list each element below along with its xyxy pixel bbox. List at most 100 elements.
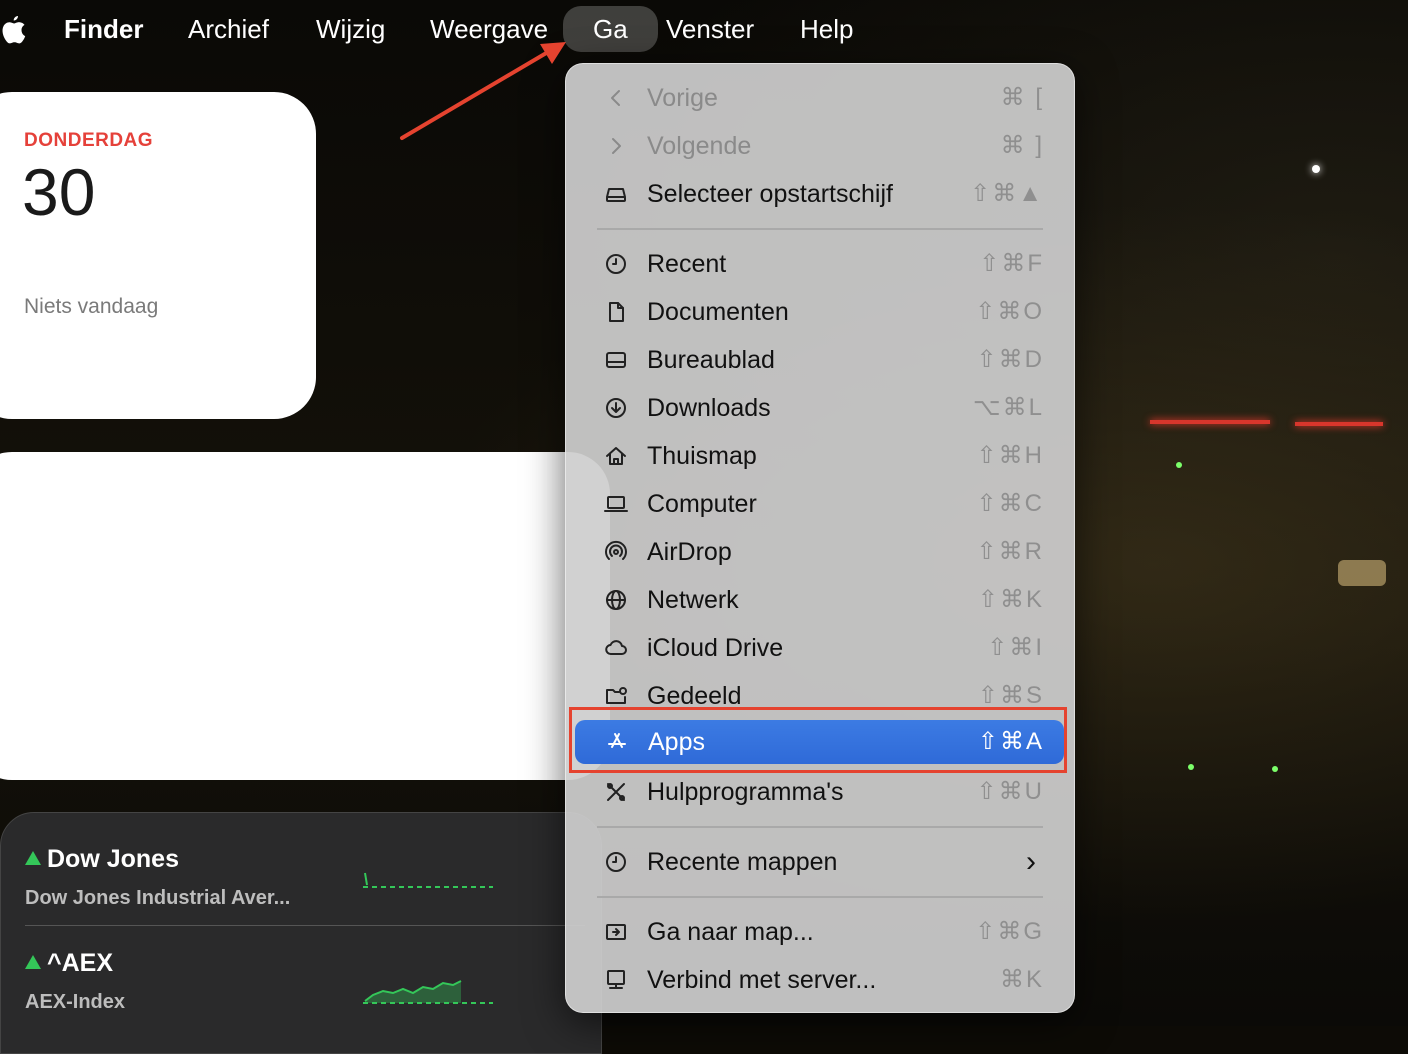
apple-logo-icon[interactable] <box>0 14 26 44</box>
menu-help[interactable]: Help <box>800 12 853 46</box>
home-icon <box>606 447 626 465</box>
menu-wijzig[interactable]: Wijzig <box>316 12 385 46</box>
menu-item-shortcut: ⌥⌘L <box>972 394 1044 421</box>
go-menu: Vorige ⌘ [ Volgende ⌘ ] Selecteer opstar… <box>565 63 1075 1013</box>
menu-separator <box>597 826 1043 828</box>
menu-item-label: Documenten <box>647 298 789 326</box>
submenu-chevron-icon: › <box>1026 845 1038 878</box>
wallpaper-light <box>1176 462 1182 468</box>
menu-item-label: Hulpprogramma's <box>647 778 844 806</box>
menu-item-bureaublad[interactable]: Bureaublad ⇧⌘D <box>574 338 1064 382</box>
globe-icon <box>606 590 626 610</box>
desktop-icon <box>606 352 626 368</box>
menu-item-label: Recent <box>647 250 727 278</box>
menu-item-shortcut: ⇧⌘O <box>975 298 1044 325</box>
menu-item-verbind-met-server[interactable]: Verbind met server... ⌘K <box>574 958 1064 1002</box>
calendar-empty-text: Niets vandaag <box>24 295 159 318</box>
drive-icon <box>606 188 626 202</box>
stock-name: Dow Jones Industrial Aver... <box>25 887 291 909</box>
menu-item-label: Vorige <box>647 84 718 112</box>
menu-item-volgende[interactable]: Volgende ⌘ ] <box>574 124 1064 168</box>
menu-item-vorige[interactable]: Vorige ⌘ [ <box>574 76 1064 120</box>
menu-item-recente-mappen[interactable]: Recente mappen › <box>574 840 1064 884</box>
clock-icon <box>606 852 626 872</box>
tools-icon <box>607 783 625 801</box>
menu-item-documenten[interactable]: Documenten ⇧⌘O <box>574 290 1064 334</box>
download-icon <box>606 398 626 418</box>
menu-item-computer[interactable]: Computer ⇧⌘C <box>574 482 1064 526</box>
menu-item-shortcut: ⌘K <box>999 966 1044 993</box>
menu-ga[interactable]: Ga <box>563 6 658 52</box>
menu-item-netwerk[interactable]: Netwerk ⇧⌘K <box>574 578 1064 622</box>
menu-item-icloud-drive[interactable]: iCloud Drive ⇧⌘I <box>574 626 1064 670</box>
blank-widget[interactable] <box>0 452 610 780</box>
stock-sparkline <box>363 980 493 1004</box>
menu-item-label: Verbind met server... <box>647 966 877 994</box>
menu-item-shortcut: ⇧⌘▲ <box>970 180 1044 207</box>
menu-item-shortcut: ⇧⌘C <box>976 490 1044 517</box>
stock-name: AEX-Index <box>25 991 126 1013</box>
menu-item-shortcut: ⇧⌘F <box>979 250 1044 277</box>
menu-item-label: Computer <box>647 490 757 518</box>
menu-separator <box>597 228 1043 230</box>
menu-item-shortcut: ⇧⌘G <box>975 918 1044 945</box>
go-folder-icon <box>606 924 626 940</box>
menu-item-downloads[interactable]: Downloads ⌥⌘L <box>574 386 1064 430</box>
menu-item-shortcut: ⇧⌘K <box>977 586 1044 613</box>
menu-item-label: Thuismap <box>647 442 757 470</box>
clock-icon <box>606 254 626 274</box>
menu-item-ga-naar-map[interactable]: Ga naar map... ⇧⌘G <box>574 910 1064 954</box>
menu-finder[interactable]: Finder <box>64 12 143 46</box>
menu-item-label: Downloads <box>647 394 771 422</box>
menu-archief[interactable]: Archief <box>188 12 269 46</box>
menu-item-shortcut: ⇧⌘H <box>976 442 1044 469</box>
menu-item-shortcut: ⌘ ] <box>1000 132 1044 159</box>
menu-item-label: iCloud Drive <box>647 634 784 662</box>
menu-weergave[interactable]: Weergave <box>430 12 548 46</box>
document-icon <box>609 302 624 322</box>
stocks-widget[interactable]: Dow Jones Dow Jones Industrial Aver... ^… <box>0 812 602 1054</box>
wallpaper-light <box>1338 560 1386 586</box>
wallpaper-light <box>1272 766 1278 772</box>
menu-item-label: Selecteer opstartschijf <box>647 180 893 208</box>
menu-item-label: Bureaublad <box>647 346 775 374</box>
chevron-left-icon <box>611 90 620 106</box>
divider <box>25 925 585 926</box>
chevron-right-icon <box>612 138 621 154</box>
menu-item-airdrop[interactable]: AirDrop ⇧⌘R <box>574 530 1064 574</box>
stock-row[interactable]: Dow Jones Dow Jones Industrial Aver... <box>25 845 585 935</box>
menu-bar: Finder Archief Wijzig Weergave Ga Venste… <box>0 0 1408 58</box>
menu-item-label: Netwerk <box>647 586 739 614</box>
up-arrow-icon <box>25 851 41 865</box>
menu-item-opstartschijf[interactable]: Selecteer opstartschijf ⇧⌘▲ <box>574 172 1064 216</box>
wallpaper-light <box>1188 764 1194 770</box>
calendar-widget[interactable]: DONDERDAG 30 Niets vandaag <box>0 92 316 419</box>
menu-item-shortcut: ⇧⌘D <box>976 346 1044 373</box>
menu-item-shortcut: ⇧⌘U <box>976 778 1044 805</box>
annotation-highlight-box <box>569 707 1067 773</box>
menu-separator <box>597 896 1043 898</box>
server-icon <box>607 970 625 989</box>
stock-symbol: Dow Jones <box>47 845 179 873</box>
menu-item-hulpprogrammas[interactable]: Hulpprogramma's ⇧⌘U <box>574 770 1064 814</box>
wallpaper-light <box>1150 420 1270 424</box>
shared-folder-icon <box>606 687 627 704</box>
menu-item-label: Recente mappen <box>647 848 838 876</box>
menu-item-label: Ga naar map... <box>647 918 814 946</box>
menu-item-thuismap[interactable]: Thuismap ⇧⌘H <box>574 434 1064 478</box>
menu-item-shortcut: ⌘ [ <box>1000 84 1044 111</box>
menu-venster[interactable]: Venster <box>666 12 754 46</box>
menu-item-shortcut: ⇧⌘I <box>987 634 1044 661</box>
menu-item-recent[interactable]: Recent ⇧⌘F <box>574 242 1064 286</box>
menu-item-shortcut: ⇧⌘R <box>976 538 1044 565</box>
up-arrow-icon <box>25 955 41 969</box>
stock-symbol: ^AEX <box>47 949 114 977</box>
wallpaper-light <box>1295 422 1383 426</box>
cloud-icon <box>605 640 627 655</box>
menu-item-label: AirDrop <box>647 538 732 566</box>
stock-sparkline <box>363 872 493 888</box>
wallpaper-light <box>1312 165 1320 173</box>
menu-item-label: Volgende <box>647 132 752 160</box>
airdrop-icon <box>605 540 627 560</box>
laptop-icon <box>604 496 628 512</box>
